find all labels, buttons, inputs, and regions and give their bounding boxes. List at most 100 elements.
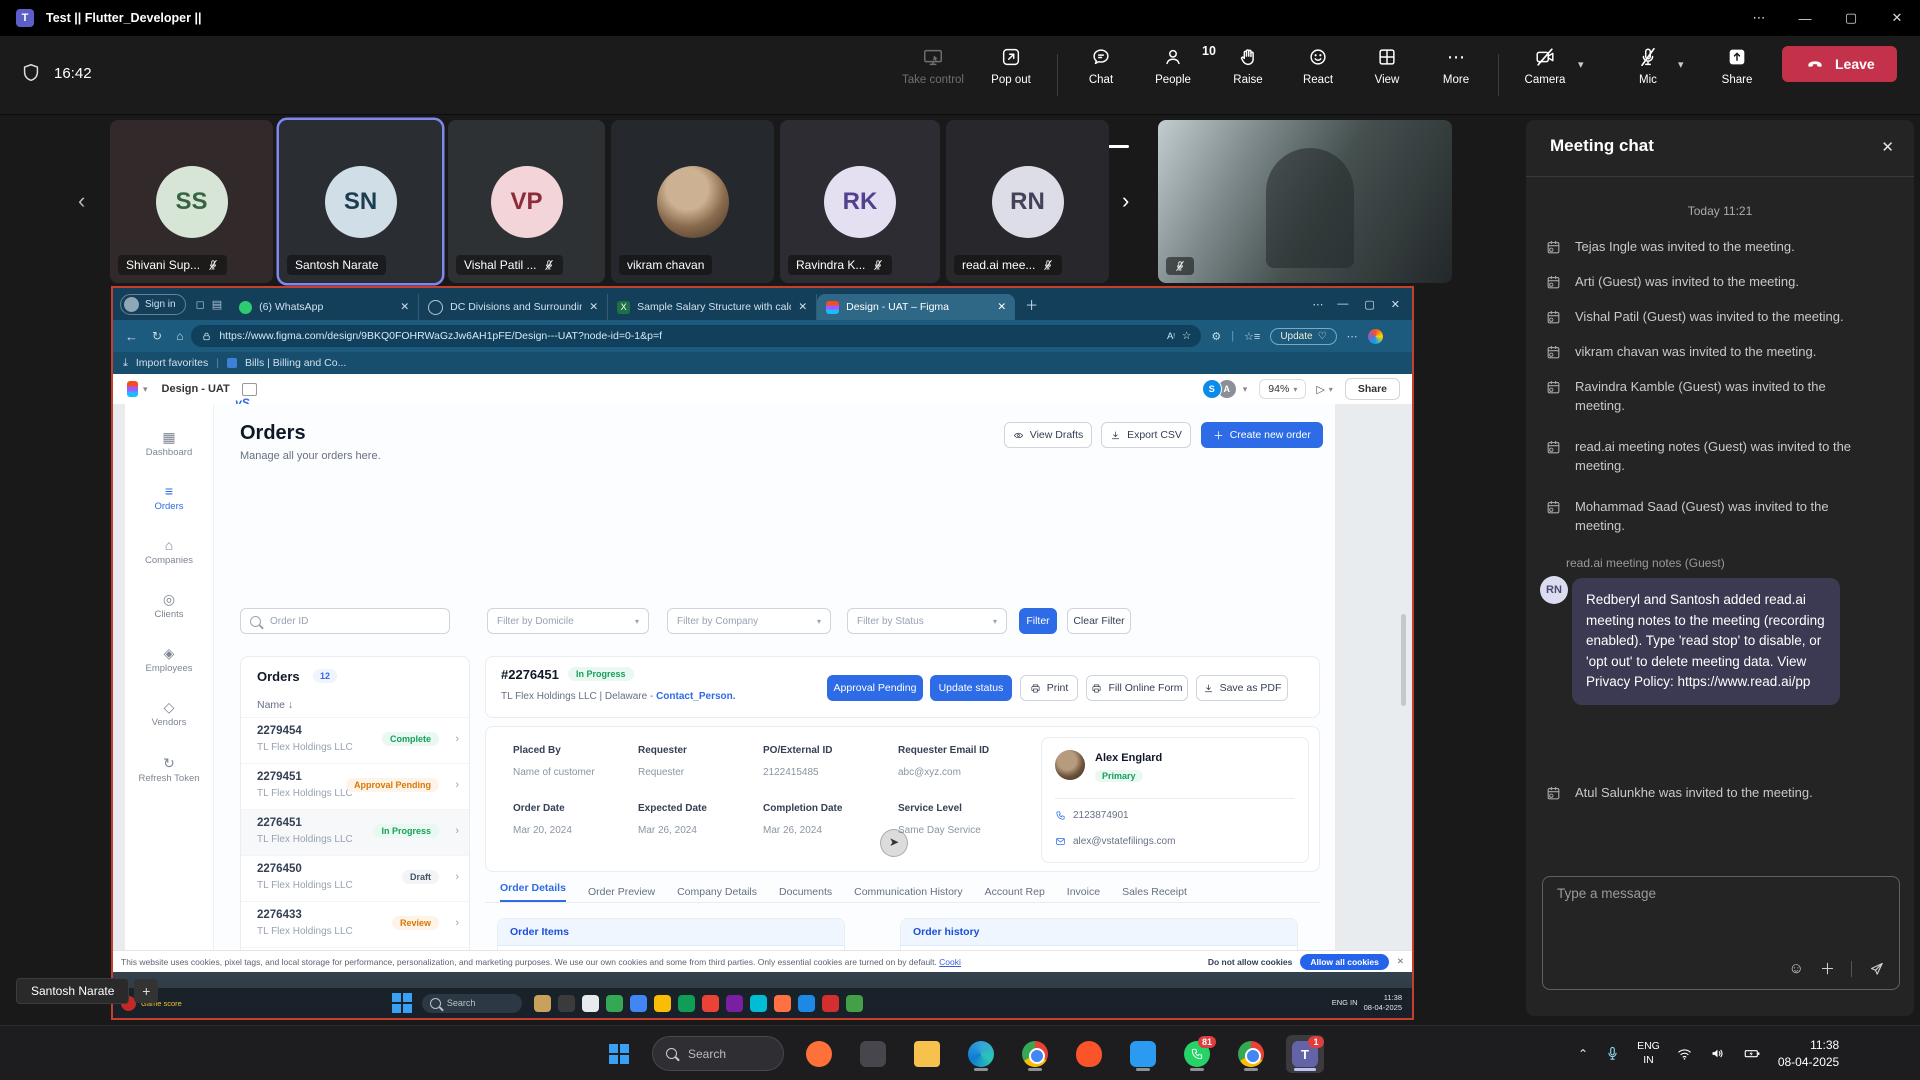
- shared-language-indicator[interactable]: ENG IN: [1330, 998, 1360, 1008]
- tiles-scroll-left-icon[interactable]: ‹: [78, 188, 85, 214]
- shared-taskbar-icon[interactable]: [822, 995, 839, 1012]
- bookmark-link[interactable]: Bills | Billing and Co...: [245, 357, 346, 369]
- leave-button[interactable]: Leave: [1782, 46, 1897, 82]
- clear-filter-button[interactable]: Clear Filter: [1067, 608, 1131, 634]
- taskbar-app-icon[interactable]: [854, 1035, 892, 1073]
- shared-taskbar-icon[interactable]: [678, 995, 695, 1012]
- create-new-order-button[interactable]: ＋Create new order: [1201, 422, 1323, 448]
- taskbar-chrome-icon[interactable]: [1016, 1035, 1054, 1073]
- back-icon[interactable]: ←: [125, 329, 138, 344]
- shared-taskbar-icon[interactable]: [630, 995, 647, 1012]
- taskbar-brave-icon[interactable]: [1070, 1035, 1108, 1073]
- tray-mic-icon[interactable]: [1604, 1045, 1621, 1062]
- tray-expand-icon[interactable]: ⌃: [1578, 1047, 1588, 1061]
- taskbar-firefox-icon[interactable]: [800, 1035, 838, 1073]
- filter-status-select[interactable]: Filter by Status▾: [847, 608, 1007, 634]
- order-id-input[interactable]: [268, 615, 440, 628]
- new-tab-button[interactable]: ＋: [1025, 295, 1038, 314]
- raise-hand-button[interactable]: Raise: [1216, 46, 1280, 86]
- tab-order-preview[interactable]: Order Preview: [588, 886, 655, 898]
- camera-button[interactable]: Camera: [1513, 46, 1577, 86]
- video-tile[interactable]: VP Vishal Patil ...: [448, 120, 605, 283]
- prototype-play-button[interactable]: ▷▾: [1316, 383, 1332, 396]
- figma-panels-icon[interactable]: [242, 383, 257, 396]
- browser-profile-button[interactable]: Sign in: [120, 294, 186, 315]
- browser-tab[interactable]: DC Divisions and Surroundings✕: [419, 294, 608, 320]
- shared-clock[interactable]: 11:3808-04-2025: [1364, 993, 1402, 1013]
- video-tile[interactable]: SS Shivani Sup...: [110, 120, 273, 283]
- browser-menu-icon[interactable]: ⋯: [1347, 330, 1358, 343]
- tiles-scroll-right-icon[interactable]: ›: [1122, 188, 1129, 214]
- taskbar-vscode-icon[interactable]: [1124, 1035, 1162, 1073]
- order-row-selected[interactable]: 2276451TL Flex Holdings LLC In Progress›: [241, 809, 469, 856]
- export-csv-button[interactable]: Export CSV: [1101, 422, 1191, 448]
- chat-close-icon[interactable]: ✕: [1881, 138, 1894, 156]
- taskbar-search[interactable]: [652, 1036, 784, 1071]
- presenter-add-icon[interactable]: +: [134, 979, 158, 1003]
- titlebar-more-button[interactable]: ⋯: [1736, 0, 1782, 36]
- zoom-control[interactable]: 94%▾: [1259, 379, 1306, 399]
- start-button[interactable]: [600, 1035, 638, 1073]
- tab-communication-history[interactable]: Communication History: [854, 886, 963, 898]
- shared-taskbar-icon[interactable]: [726, 995, 743, 1012]
- people-button[interactable]: 10 People: [1141, 46, 1205, 86]
- browser-tab-active[interactable]: Design - UAT – Figma✕: [817, 294, 1015, 320]
- refresh-icon[interactable]: ↻: [152, 329, 162, 343]
- video-tile[interactable]: RK Ravindra K...: [780, 120, 940, 283]
- mic-chevron-icon[interactable]: ▾: [1678, 58, 1684, 71]
- shared-search-box[interactable]: Search: [422, 994, 522, 1013]
- order-row[interactable]: 2276450TL Flex Holdings LLC Draft›: [241, 855, 469, 902]
- close-button[interactable]: ✕: [1874, 0, 1920, 36]
- attach-plus-icon[interactable]: ＋: [1820, 958, 1835, 979]
- fill-online-form-button[interactable]: Fill Online Form: [1086, 675, 1188, 701]
- tab-close-icon[interactable]: ✕: [400, 301, 409, 313]
- vertical-tabs-icon[interactable]: ▤: [212, 298, 222, 311]
- view-button[interactable]: View: [1355, 46, 1419, 86]
- figma-canvas[interactable]: ▦Dashboard ≡Orders ⌂Companies ◎Clients ◈…: [113, 404, 1412, 950]
- order-row[interactable]: 2276433TL Flex Holdings LLC Review›: [241, 901, 469, 948]
- order-row[interactable]: 2279451TL Flex Holdings LLC Approval Pen…: [241, 763, 469, 810]
- order-id-search[interactable]: [240, 608, 450, 634]
- browser-minimize-icon[interactable]: —: [1337, 298, 1348, 310]
- sidebar-item-orders[interactable]: ≡Orders: [125, 484, 213, 512]
- shared-taskbar-icon[interactable]: [846, 995, 863, 1012]
- browser-maximize-icon[interactable]: ▢: [1364, 298, 1374, 311]
- taskbar-chrome-profile-icon[interactable]: [1232, 1035, 1270, 1073]
- shared-taskbar-icon[interactable]: [558, 995, 575, 1012]
- update-status-button[interactable]: Update status: [930, 675, 1012, 701]
- copilot-icon[interactable]: [1368, 329, 1383, 344]
- tab-invoice[interactable]: Invoice: [1067, 886, 1100, 898]
- sidebar-item-dashboard[interactable]: ▦Dashboard: [125, 430, 213, 458]
- camera-chevron-icon[interactable]: ▾: [1578, 58, 1584, 71]
- mic-button[interactable]: Mic: [1616, 46, 1680, 86]
- filter-company-select[interactable]: Filter by Company▾: [667, 608, 831, 634]
- sidebar-item-companies[interactable]: ⌂Companies: [125, 538, 213, 566]
- taskbar-whatsapp-icon[interactable]: 81: [1178, 1035, 1216, 1073]
- figma-share-button[interactable]: Share: [1345, 378, 1400, 400]
- cookie-settings-link[interactable]: Cookies settings: [939, 957, 961, 967]
- canvas-scrollbar[interactable]: [1401, 614, 1406, 706]
- favorite-star-icon[interactable]: ☆: [1182, 330, 1191, 342]
- browser-update-button[interactable]: Update♡: [1270, 328, 1336, 345]
- share-button[interactable]: Share: [1705, 46, 1769, 86]
- extensions-icon[interactable]: ⚙: [1211, 330, 1221, 343]
- sidebar-item-vendors[interactable]: ◇Vendors: [125, 700, 213, 728]
- shared-taskbar-icon[interactable]: [750, 995, 767, 1012]
- tab-search-icon[interactable]: ◻: [196, 298, 205, 311]
- filter-button[interactable]: Filter: [1019, 608, 1057, 634]
- favorites-list-icon[interactable]: ☆≡: [1244, 330, 1260, 343]
- cookie-close-icon[interactable]: ✕: [1397, 956, 1404, 967]
- home-icon[interactable]: ⌂: [176, 329, 183, 343]
- taskbar-file-explorer-icon[interactable]: [908, 1035, 946, 1073]
- save-as-pdf-button[interactable]: Save as PDF: [1196, 675, 1288, 701]
- browser-close-icon[interactable]: ✕: [1391, 298, 1400, 311]
- tab-close-icon[interactable]: ✕: [997, 301, 1006, 313]
- column-header-name[interactable]: Name ↓: [257, 699, 293, 711]
- battery-icon[interactable]: [1742, 1045, 1762, 1062]
- language-indicator[interactable]: ENGIN: [1637, 1040, 1660, 1066]
- shared-taskbar-icon[interactable]: [582, 995, 599, 1012]
- order-row[interactable]: 2279454TL Flex Holdings LLC Complete›: [241, 717, 469, 764]
- browser-tab[interactable]: (6) WhatsApp✕: [230, 294, 419, 320]
- shared-taskbar-icon[interactable]: [774, 995, 791, 1012]
- shared-taskbar-icon[interactable]: [798, 995, 815, 1012]
